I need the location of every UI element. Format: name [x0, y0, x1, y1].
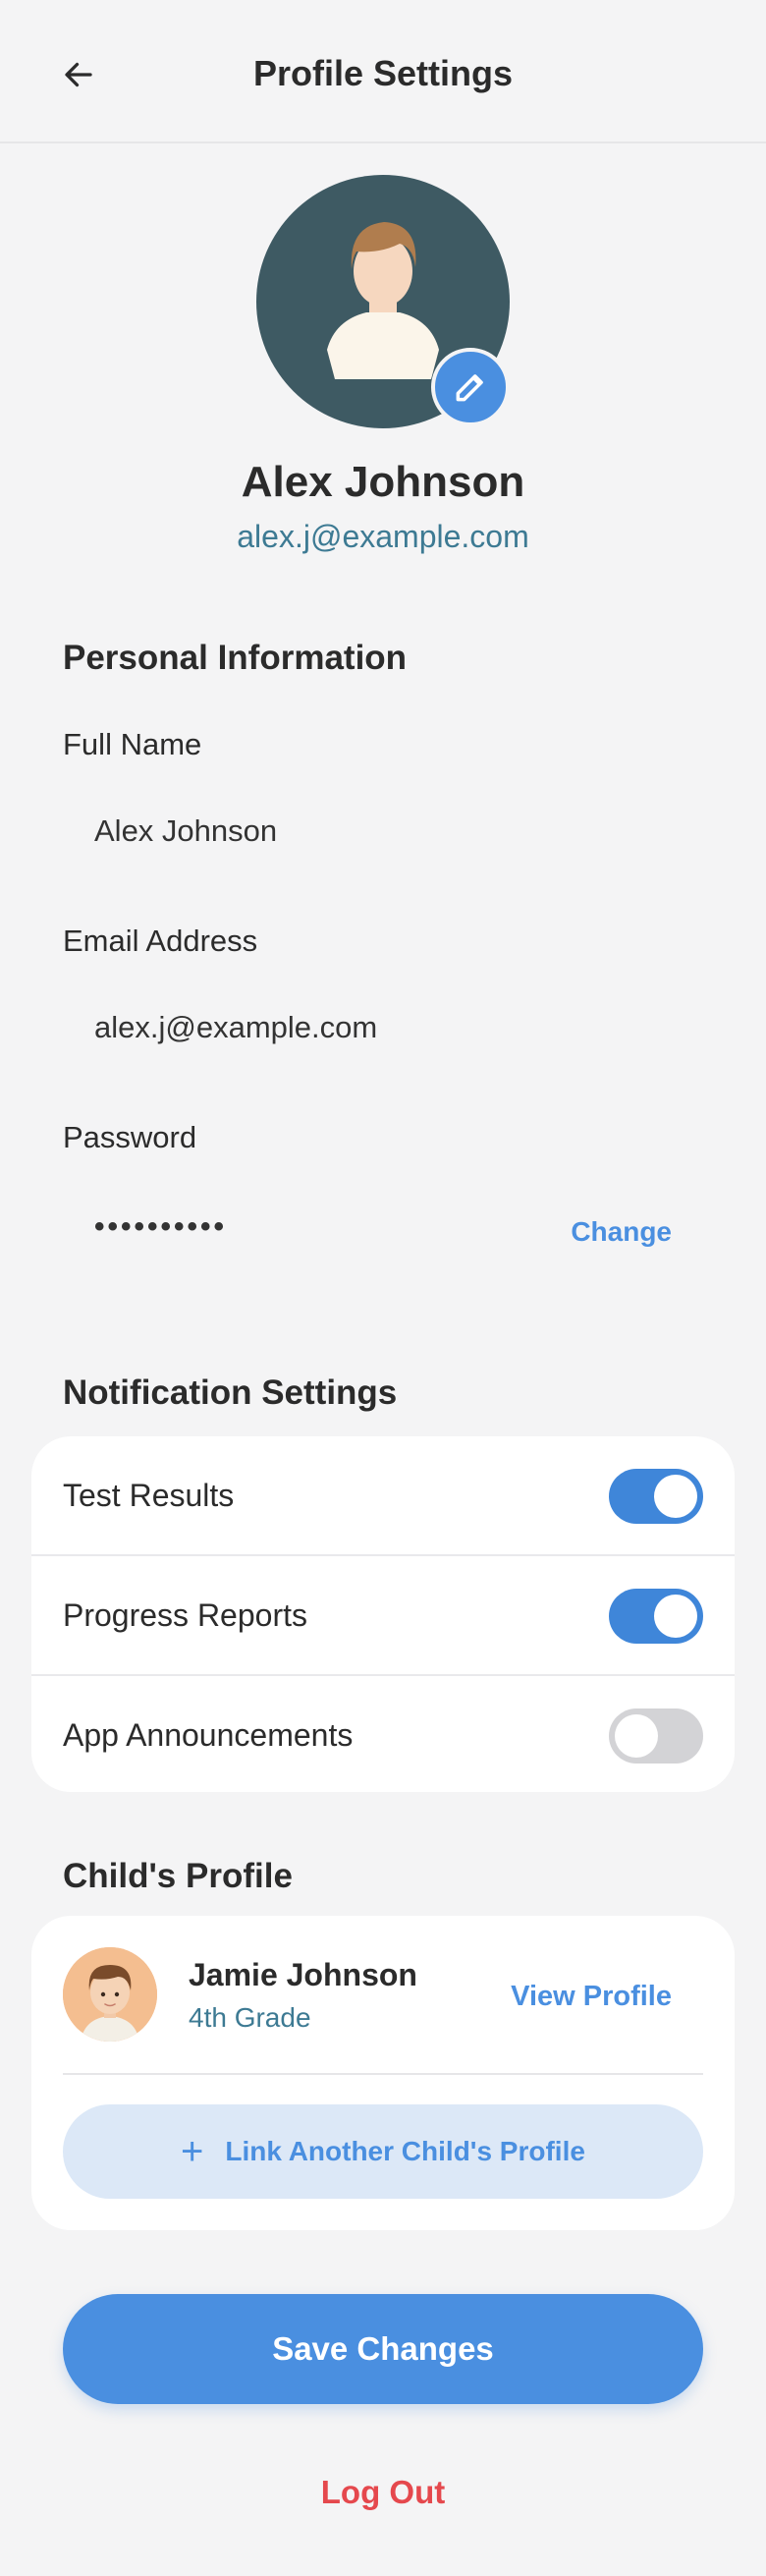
save-changes-button[interactable]: Save Changes [63, 2294, 703, 2404]
notification-row-app-announcements: App Announcements [31, 1676, 735, 1796]
app-announcements-toggle[interactable] [609, 1708, 703, 1764]
notification-row-test-results: Test Results [31, 1436, 735, 1556]
toggle-knob [654, 1475, 697, 1518]
profile-avatar-container [256, 175, 510, 428]
password-label: Password [63, 1120, 197, 1154]
link-child-label: Link Another Child's Profile [225, 2136, 585, 2166]
email-field[interactable] [94, 1010, 644, 1045]
personal-info-heading: Personal Information [63, 639, 408, 677]
edit-avatar-button[interactable] [431, 348, 510, 426]
progress-reports-toggle[interactable] [609, 1589, 703, 1644]
pencil-icon [456, 374, 483, 402]
child-avatar[interactable] [63, 1947, 157, 2042]
divider [63, 2073, 703, 2075]
password-field[interactable]: •••••••••• [94, 1210, 644, 1244]
log-out-button[interactable]: Log Out [0, 2474, 766, 2511]
child-name: Jamie Johnson [189, 1957, 417, 1992]
profile-name: Alex Johnson [241, 458, 525, 506]
notification-settings-card: Test Results Progress Reports App Announ… [31, 1436, 735, 1792]
link-child-profile-button[interactable]: + Link Another Child's Profile [63, 2104, 703, 2199]
full-name-label: Full Name [63, 727, 202, 761]
change-password-link[interactable]: Change [571, 1216, 672, 1248]
child-grade: 4th Grade [189, 2002, 311, 2033]
full-name-field[interactable] [94, 813, 644, 849]
notification-row-progress-reports: Progress Reports [31, 1556, 735, 1676]
child-portrait-icon [63, 1947, 157, 2042]
email-label: Email Address [63, 924, 258, 958]
child-profile-card: Jamie Johnson 4th Grade View Profile + L… [31, 1916, 735, 2230]
test-results-toggle[interactable] [609, 1469, 703, 1524]
app-header: Profile Settings [0, 0, 766, 143]
toggle-knob [615, 1714, 658, 1758]
notification-label: App Announcements [63, 1717, 354, 1753]
page-title: Profile Settings [252, 53, 514, 93]
profile-email: alex.j@example.com [237, 519, 529, 554]
plus-icon: + [181, 2130, 204, 2173]
toggle-knob [654, 1595, 697, 1638]
child-profile-heading: Child's Profile [63, 1857, 293, 1895]
notification-label: Test Results [63, 1478, 235, 1513]
notification-label: Progress Reports [63, 1597, 307, 1633]
notification-settings-heading: Notification Settings [63, 1373, 398, 1412]
view-child-profile-link[interactable]: View Profile [511, 1981, 672, 2013]
